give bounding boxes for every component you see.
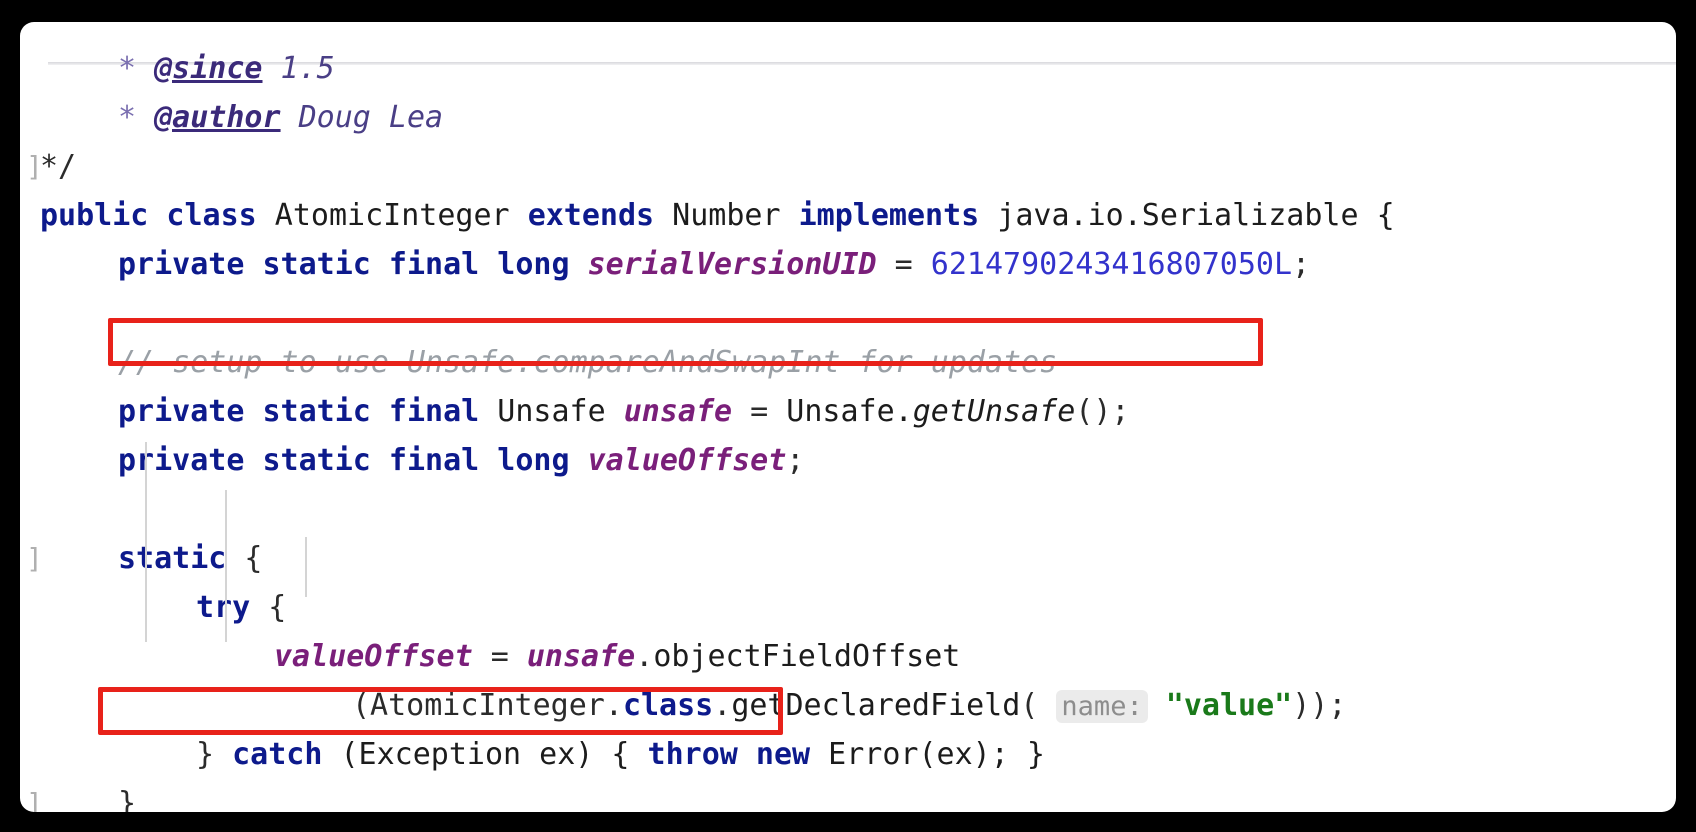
line-static-block[interactable]: ] static {: [20, 534, 1676, 583]
line-doc-author[interactable]: * @author Doug Lea: [20, 93, 1676, 142]
line-valueoffset-field[interactable]: private static final long valueOffset;: [20, 436, 1676, 485]
token-plain: AtomicInteger: [256, 198, 528, 233]
token-kw: throw new: [647, 737, 811, 772]
token-hint: name:: [1056, 690, 1148, 723]
code-line-text: valueOffset = unsafe.objectFieldOffset: [274, 639, 960, 674]
token-num: 6214790243416807050L: [930, 247, 1293, 282]
token-field: serialVersionUID: [587, 247, 877, 282]
token-punct: .: [635, 639, 654, 674]
token-doc-close: */: [40, 149, 77, 184]
token-punct: (: [1020, 688, 1057, 723]
code-line-text: * @author Doug Lea: [118, 100, 443, 135]
line-doc-close[interactable]: ] */: [20, 142, 1676, 191]
token-punct: ));: [1292, 688, 1347, 723]
token-punct: }: [196, 737, 233, 772]
token-comment: // setup to use Unsafe.compareAndSwapInt…: [118, 345, 1058, 380]
token-doc-tag: @author: [154, 100, 281, 135]
code-fold-marker-icon[interactable]: ]: [26, 534, 43, 583]
token-punct: =: [732, 394, 787, 429]
token-kw: static: [118, 541, 227, 576]
line-doc-since[interactable]: * @since 1.5: [20, 44, 1676, 93]
token-punct: (AtomicInteger.: [352, 688, 623, 723]
token-plain: Unsafe: [479, 394, 624, 429]
code-line-text: static {: [118, 541, 263, 576]
code-line-text: (AtomicInteger.class.getDeclaredField( n…: [352, 688, 1346, 723]
code-line-text: // setup to use Unsafe.compareAndSwapInt…: [118, 345, 1057, 380]
token-punct: }: [118, 786, 137, 812]
code-line-text: } catch (Exception ex) { throw new Error…: [196, 737, 1045, 772]
token-punct: =: [876, 247, 931, 282]
token-kw: public class: [40, 198, 257, 233]
token-method-i: getUnsafe: [912, 394, 1076, 429]
token-field: valueOffset: [587, 443, 787, 478]
line-catch[interactable]: } catch (Exception ex) { throw new Error…: [20, 730, 1676, 779]
code-line-text: public class AtomicInteger extends Numbe…: [40, 198, 1395, 233]
code-content-area[interactable]: * @since 1.5 * @author Doug Lea] */public …: [20, 44, 1676, 812]
line-serialversionuid[interactable]: private static final long serialVersionU…: [20, 240, 1676, 289]
token-plain: (Exception ex) {: [322, 737, 648, 772]
indent-guide-0: [145, 442, 147, 642]
code-line-text: private static final Unsafe unsafe = Uns…: [118, 394, 1129, 429]
token-punct: =: [472, 639, 527, 674]
token-field: unsafe: [623, 394, 733, 429]
code-line-text: */: [40, 149, 76, 184]
token-doc-star: *: [118, 51, 137, 86]
token-kw: class: [622, 688, 714, 723]
token-plain: Number: [654, 198, 799, 233]
code-line-text: private static final long valueOffset;: [118, 443, 804, 478]
line-static-close[interactable]: ]}: [20, 779, 1676, 812]
line-class-decl[interactable]: public class AtomicInteger extends Numbe…: [20, 191, 1676, 240]
token-punct: {: [250, 590, 287, 625]
token-field: unsafe: [526, 639, 636, 674]
token-kw: catch: [232, 737, 323, 772]
code-fold-marker-icon[interactable]: ]: [26, 142, 43, 191]
code-editor-panel[interactable]: * @since 1.5 * @author Doug Lea] */public …: [20, 22, 1676, 812]
line-blank-1[interactable]: [20, 289, 1676, 338]
token-punct: ;: [1292, 247, 1311, 282]
code-line-text: * @since 1.5: [118, 51, 335, 86]
token-method: objectFieldOffset: [653, 639, 961, 674]
line-comment-setup[interactable]: // setup to use Unsafe.compareAndSwapInt…: [20, 338, 1676, 387]
token-kw: private static final long: [118, 443, 570, 478]
line-unsafe-field[interactable]: private static final Unsafe unsafe = Uns…: [20, 387, 1676, 436]
token-method: getDeclaredField: [731, 688, 1021, 723]
line-getdeclaredfield[interactable]: (AtomicInteger.class.getDeclaredField( n…: [20, 681, 1676, 730]
indent-guide-1: [225, 490, 227, 642]
token-field: valueOffset: [274, 639, 473, 674]
token-kw: extends: [527, 198, 655, 233]
token-kw: private static final long: [118, 247, 570, 282]
token-doc-tag: @since: [154, 51, 263, 86]
token-punct: ();: [1075, 394, 1130, 429]
token-plain: java.io.Serializable {: [979, 198, 1395, 233]
code-fold-marker-icon[interactable]: ]: [26, 779, 43, 812]
token-punct: .: [713, 688, 732, 723]
code-line-text: }: [118, 786, 136, 812]
token-kw: private static final: [118, 394, 480, 429]
code-line-text: try {: [196, 590, 286, 625]
token-kw: implements: [798, 198, 980, 233]
token-doc-star: *: [118, 100, 137, 135]
line-try[interactable]: try {: [20, 583, 1676, 632]
code-line-text: private static final long serialVersionU…: [118, 247, 1310, 282]
token-kw: try: [196, 590, 251, 625]
line-objectfieldoffset[interactable]: valueOffset = unsafe.objectFieldOffset: [20, 632, 1676, 681]
line-blank-2[interactable]: [20, 485, 1676, 534]
screenshot-root: * @since 1.5 * @author Doug Lea] */public …: [0, 0, 1696, 832]
indent-guide-2: [305, 537, 307, 597]
token-punct: [1148, 688, 1166, 723]
token-plain: Unsafe.: [786, 394, 913, 429]
token-str: "value": [1165, 688, 1293, 723]
token-punct: ;: [786, 443, 805, 478]
token-doc-text: 1.5: [262, 51, 335, 86]
token-doc-text: Doug Lea: [280, 100, 444, 135]
token-punct: {: [226, 541, 263, 576]
token-plain: Error(ex); }: [810, 737, 1045, 772]
